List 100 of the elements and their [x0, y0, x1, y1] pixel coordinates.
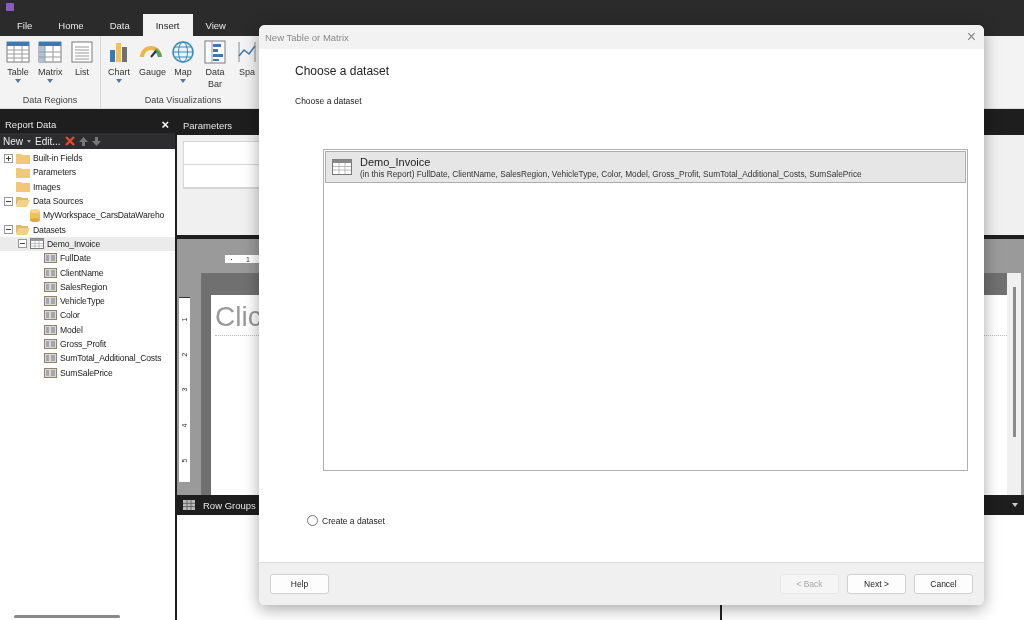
edit-button[interactable]: Edit...	[35, 135, 61, 147]
tree-label: SumTotal_Additional_Costs	[60, 353, 162, 364]
caret-icon	[116, 79, 122, 83]
open-folder-icon	[16, 224, 30, 236]
tree-label: Datasets	[33, 224, 66, 235]
field-icon	[44, 296, 57, 307]
matrix-icon	[38, 40, 62, 64]
tree-item[interactable]: SumTotal_Additional_Costs	[0, 351, 175, 366]
tree-item[interactable]: Datasets	[0, 222, 175, 237]
tree-label: Model	[60, 324, 83, 335]
panel-title: Report Data	[5, 118, 57, 130]
caret-icon	[27, 139, 31, 143]
tree-label: Parameters	[33, 167, 76, 178]
ribbon-button[interactable]: Table	[3, 40, 33, 95]
create-dataset-option[interactable]: Create a dataset	[307, 515, 385, 526]
radio-button[interactable]	[307, 515, 318, 526]
menu-tab[interactable]: Insert	[142, 14, 193, 36]
tree-label: Demo_Invoice	[47, 238, 101, 249]
tree-label: Gross_Profit	[60, 339, 106, 349]
folder-icon	[16, 181, 30, 193]
ribbon-button[interactable]: Chart	[104, 40, 134, 95]
tree-item[interactable]: Gross_Profit	[0, 336, 175, 352]
table-icon	[332, 159, 352, 175]
tree-label: Images	[33, 181, 61, 192]
panel-title: Parameters	[183, 119, 233, 131]
field-icon	[44, 324, 57, 335]
open-folder-icon	[16, 195, 30, 207]
tree-item[interactable]: Model	[0, 322, 175, 337]
dialog-button[interactable]: Help	[270, 574, 329, 594]
tree-label: Data Sources	[33, 196, 84, 207]
tree-label: MyWorkspace_CarsDataWareho	[43, 210, 165, 221]
menu-tab[interactable]: Data	[96, 14, 143, 36]
dataset-fields: (in this Report) FullDate, ClientName, SalesRegion, VehicleType, Color, Model, Gross_Profit, SumTotal_Additional_Costs, SumSalePrice	[360, 168, 862, 179]
collapse-icon[interactable]	[18, 239, 27, 249]
database-icon	[30, 208, 40, 222]
collapse-icon[interactable]	[4, 196, 13, 206]
tree-item[interactable]: Images	[0, 179, 175, 194]
tree-item[interactable]: ClientName	[0, 265, 175, 280]
field-icon	[44, 253, 57, 264]
expand-icon[interactable]	[4, 153, 13, 163]
tree-label: Built-in Fields	[33, 153, 83, 164]
tree-item[interactable]: SumSalePrice	[0, 365, 175, 380]
table-icon	[30, 238, 44, 250]
ribbon-button[interactable]: Spa	[232, 40, 262, 95]
dataset-name: Demo_Invoice	[360, 155, 432, 168]
group-label: Data Visualizations	[144, 95, 222, 107]
tree-item[interactable]: VehicleType	[0, 293, 175, 309]
tree-label: VehicleType	[60, 296, 105, 307]
field-icon	[44, 310, 57, 321]
tree-item[interactable]: Color	[0, 308, 175, 323]
caret-icon	[15, 79, 21, 83]
tree-item[interactable]: Parameters	[0, 165, 175, 180]
caret-icon	[47, 79, 53, 83]
scrollbar[interactable]	[1007, 273, 1021, 495]
menu-tab[interactable]: File	[4, 14, 46, 36]
tree-item[interactable]: Built-in Fields	[0, 151, 175, 166]
menu-tab[interactable]: View	[192, 14, 239, 36]
table-icon	[6, 40, 30, 64]
ribbon-button[interactable]: Matrix	[35, 40, 65, 95]
dialog-button[interactable]: Next >	[847, 574, 906, 594]
dialog-title: New Table or Matrix	[265, 31, 349, 43]
grid-icon	[183, 500, 195, 510]
field-icon	[44, 281, 57, 292]
tree-item[interactable]: Data Sources	[0, 193, 175, 209]
ribbon-button[interactable]: Gauge	[136, 40, 166, 95]
delete-icon[interactable]	[64, 136, 75, 146]
dialog-heading: Choose a dataset	[295, 64, 390, 78]
field-icon	[44, 367, 57, 378]
tree-item[interactable]: Demo_Invoice	[0, 236, 175, 252]
collapse-icon[interactable]	[4, 225, 13, 235]
ribbon-button[interactable]: List	[67, 40, 97, 95]
tree-item[interactable]: SalesRegion	[0, 279, 175, 294]
dataset-item[interactable]: Demo_Invoice (in this Report) FullDate, ClientName, SalesRegion, VehicleType, Color, Model, Gross_Profit, SumTotal_Additional_Costs, SumSalePrice	[325, 151, 966, 183]
group-label: Data Regions	[22, 95, 78, 107]
close-button[interactable]: ×	[161, 116, 169, 132]
tree-label: SumSalePrice	[60, 367, 113, 378]
tree-item[interactable]: MyWorkspace_CarsDataWareho	[0, 208, 175, 223]
sparkline-icon	[235, 40, 259, 64]
tree-item[interactable]: FullDate	[0, 251, 175, 266]
app-icon	[6, 3, 14, 11]
field-label: Choose a dataset	[295, 96, 362, 106]
ribbon-button[interactable]: Map	[168, 40, 198, 95]
globe-icon	[171, 40, 195, 64]
scrollbar-thumb[interactable]	[14, 614, 120, 618]
arrow-down-icon[interactable]	[91, 136, 101, 146]
dataset-list[interactable]: Demo_Invoice (in this Report) FullDate, ClientName, SalesRegion, VehicleType, Color, Model, Gross_Profit, SumTotal_Additional_Costs, SumSalePrice	[323, 149, 968, 471]
caret-icon[interactable]	[1012, 503, 1018, 507]
menu-tab[interactable]: Home	[45, 14, 97, 36]
panel-title: Row Groups	[203, 499, 256, 511]
arrow-up-icon[interactable]	[78, 136, 88, 146]
new-menu[interactable]: New	[3, 135, 23, 147]
tree-label: SalesRegion	[60, 281, 108, 292]
field-icon	[44, 353, 57, 364]
folder-icon	[16, 152, 30, 164]
dialog-button[interactable]: Cancel	[914, 574, 973, 594]
tree-label: FullDate	[60, 253, 91, 264]
data-bar-icon	[203, 40, 227, 64]
ribbon-button[interactable]: Data Bar	[200, 40, 230, 95]
tree-label: Color	[60, 310, 80, 321]
folder-icon	[16, 166, 30, 178]
